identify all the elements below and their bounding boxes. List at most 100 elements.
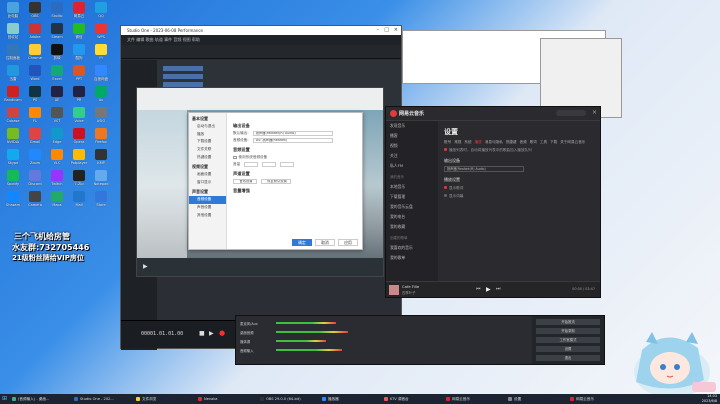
nav-item[interactable]: 下载设置 [189, 138, 226, 146]
desktop-icon[interactable]: Bandicam [2, 86, 24, 108]
desktop-icon[interactable]: FL [24, 107, 46, 129]
restore-default-button[interactable]: 恢复默认设置 [261, 179, 291, 184]
sidebar-item[interactable]: 我的电台 [386, 212, 438, 222]
desktop-icon[interactable]: Adobe [24, 23, 46, 45]
desktop-icon[interactable]: Maps [46, 191, 68, 213]
nav-item[interactable]: 声音设置 [189, 204, 226, 212]
album-cover[interactable] [389, 285, 399, 295]
sidebar-item[interactable]: 我的音乐云盘 [386, 202, 438, 212]
desktop-icon[interactable]: OBS [24, 2, 46, 24]
desktop-icon[interactable]: AE [46, 86, 68, 108]
ok-button[interactable]: 确定 [292, 239, 312, 246]
tab[interactable]: 账号 [444, 140, 451, 145]
sidebar-item[interactable]: 发现音乐 [386, 121, 438, 131]
sidebar-item[interactable]: 我的收藏 [386, 222, 438, 232]
desktop-icon[interactable]: Camera [24, 191, 46, 213]
desktop-icon[interactable]: YY [90, 44, 112, 66]
desktop-icon[interactable]: Excel [46, 65, 68, 87]
desktop-icon[interactable]: 7-Zip [68, 170, 90, 192]
taskbar-item[interactable]: 网易云音乐 [570, 396, 628, 403]
taskbar-item[interactable]: 设置 [508, 396, 566, 403]
settings-button[interactable]: 设置 [536, 346, 600, 352]
taskbar-item[interactable]: KTV 调音台 [384, 396, 442, 403]
play-icon[interactable]: ▶ [209, 330, 214, 337]
tab[interactable]: 快捷键 [506, 140, 517, 145]
exit-button[interactable]: 退出 [536, 355, 600, 361]
desktop-icon[interactable]: Opera [68, 128, 90, 150]
tab[interactable]: 消息与隐私 [485, 140, 503, 145]
sound-effect-button[interactable]: 音效设置 [233, 179, 257, 184]
tab[interactable]: 工具 [540, 140, 547, 145]
taskbar-item[interactable]: 网易云音乐 [446, 396, 504, 403]
search-input[interactable] [556, 110, 586, 116]
desktop-icon[interactable]: Word [24, 65, 46, 87]
desktop-icon[interactable]: Au [90, 86, 112, 108]
sidebar-item[interactable]: 私人FM [386, 161, 438, 171]
play-icon[interactable]: ▶ [486, 286, 491, 293]
desktop-icon[interactable]: 迅雷 [2, 65, 24, 87]
desktop-icon[interactable]: 剪映 [46, 44, 68, 66]
desktop-icon[interactable]: 微信 [68, 23, 90, 45]
desktop-icon[interactable]: Edge [46, 128, 68, 150]
desktop-icon[interactable]: Studio [46, 2, 68, 24]
nav-item[interactable]: 其他设置 [189, 211, 226, 219]
sidebar-item[interactable]: 本地音乐 [386, 182, 438, 192]
audio-event[interactable] [163, 66, 203, 71]
studio-one-titlebar[interactable]: Studio One - 2023-06-08 Performance – □ … [121, 26, 401, 35]
nav-item[interactable]: 画面设置 [189, 171, 226, 179]
sidebar-item[interactable]: 播客 [386, 131, 438, 141]
desktop-icon[interactable]: Cubase [2, 107, 24, 129]
desktop-icon[interactable]: Store [90, 191, 112, 213]
studio-one-toolbar[interactable] [121, 45, 401, 59]
volume-input[interactable] [244, 162, 259, 167]
desktop-icon[interactable]: 控制面板 [2, 44, 24, 66]
desktop-icon[interactable]: 酷狗 [68, 44, 90, 66]
nav-item[interactable]: 播放 [189, 131, 226, 139]
output-device-select[interactable]: 扬声器(Realtek(R) Audio) [444, 166, 524, 172]
tab[interactable]: 下载 [550, 140, 557, 145]
volume-input[interactable] [280, 162, 295, 167]
close-icon[interactable]: × [394, 26, 398, 35]
taskbar-item[interactable]: (音频输入) - 桌面... [12, 396, 70, 403]
tab[interactable]: 常规 [454, 140, 461, 145]
prev-icon[interactable]: ⏮ [476, 286, 481, 292]
volume-input[interactable] [262, 162, 277, 167]
start-streaming-button[interactable]: 开始推流 [536, 319, 600, 325]
desktop-icon[interactable]: VLC [46, 149, 68, 171]
radio-selected-icon[interactable] [444, 186, 447, 189]
desktop-icon[interactable]: WPS [90, 23, 112, 45]
tab[interactable]: 歌词 [530, 140, 537, 145]
desktop-icon[interactable]: 此电脑 [2, 2, 24, 24]
minimize-icon[interactable]: – [377, 26, 380, 35]
stop-icon[interactable]: ■ [199, 330, 205, 337]
desktop-icon[interactable]: KMP [90, 149, 112, 171]
desktop-icon[interactable]: 网易云 [68, 2, 90, 24]
taskbar-item[interactable]: OBS 29.0.0 (64-bit) [260, 396, 318, 403]
start-recording-button[interactable]: 开始录制 [536, 328, 600, 334]
desktop-icon[interactable]: Firefox [90, 128, 112, 150]
desktop-icon[interactable]: PR [68, 86, 90, 108]
taskbar-item[interactable]: Studio One - 202... [74, 396, 132, 403]
nav-item-selected[interactable]: 音频设备 [189, 196, 226, 204]
apply-button[interactable]: 应用 [338, 239, 358, 246]
desktop-icon[interactable]: NVIDIA [2, 128, 24, 150]
start-icon[interactable]: ⊞ [2, 395, 7, 402]
settings-dialog[interactable]: 基本设置 启动与退出 播放 下载设置 文件关联 热键设置 视频设置 画面设置 窗… [188, 112, 363, 250]
nav-item[interactable]: 文件关联 [189, 146, 226, 154]
desktop-icon[interactable]: Notepad [90, 170, 112, 192]
tab[interactable]: 系统 [464, 140, 471, 145]
nav-item[interactable]: 启动与退出 [189, 123, 226, 131]
desktop-icon[interactable]: 百度网盘 [90, 65, 112, 87]
taskbar-item[interactable]: 文件浏览 [136, 396, 194, 403]
next-icon[interactable]: ⏭ [496, 286, 501, 292]
desktop-icon[interactable]: ASIO [90, 107, 112, 129]
maximize-icon[interactable]: □ [384, 26, 389, 35]
sidebar-item[interactable]: 下载管理 [386, 192, 438, 202]
desktop-icon[interactable]: Steam [46, 23, 68, 45]
sidebar-item[interactable]: 视频 [386, 141, 438, 151]
music-player-bar[interactable]: Cafe Fille 四季叶子 ▶ ⏮ ⏭ 00:00 / 03:47 [386, 281, 600, 297]
play-icon[interactable]: ▶ [143, 263, 148, 270]
desktop-icon[interactable]: Spotify [2, 170, 24, 192]
taskbar-item[interactable]: 播放器 [322, 396, 380, 403]
record-icon[interactable]: ● [219, 329, 225, 337]
